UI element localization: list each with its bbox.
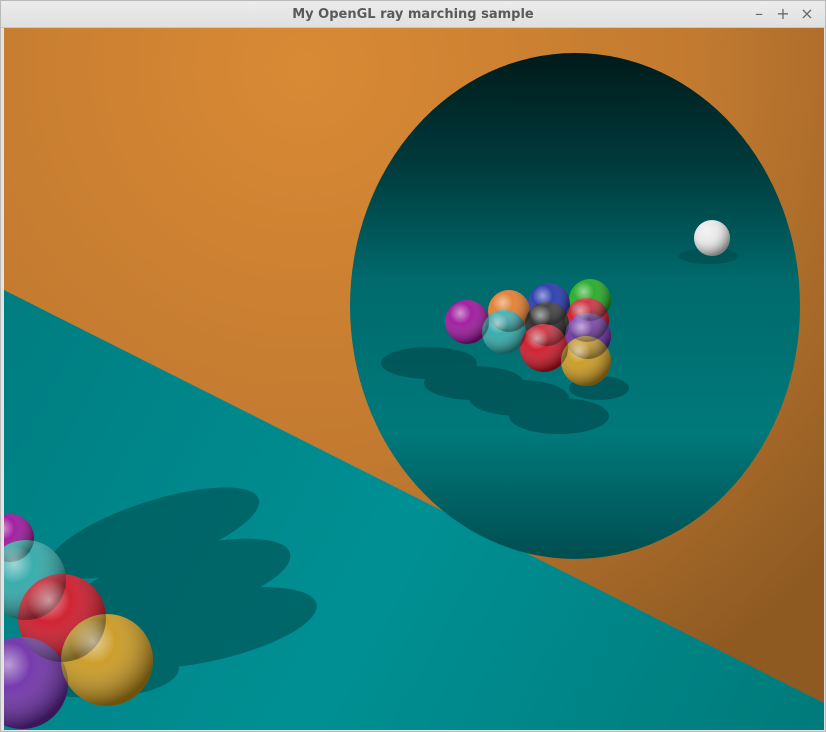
- app-window: My OpenGL ray marching sample – + ×: [0, 0, 826, 732]
- close-button[interactable]: ×: [798, 4, 816, 24]
- cue-ball: [694, 220, 730, 256]
- maximize-button[interactable]: +: [774, 4, 792, 24]
- window-title: My OpenGL ray marching sample: [292, 7, 534, 22]
- minimize-button[interactable]: –: [750, 4, 768, 24]
- rendered-scene: [4, 28, 824, 730]
- title-bar[interactable]: My OpenGL ray marching sample – + ×: [1, 1, 825, 28]
- opengl-render-viewport[interactable]: [4, 28, 824, 730]
